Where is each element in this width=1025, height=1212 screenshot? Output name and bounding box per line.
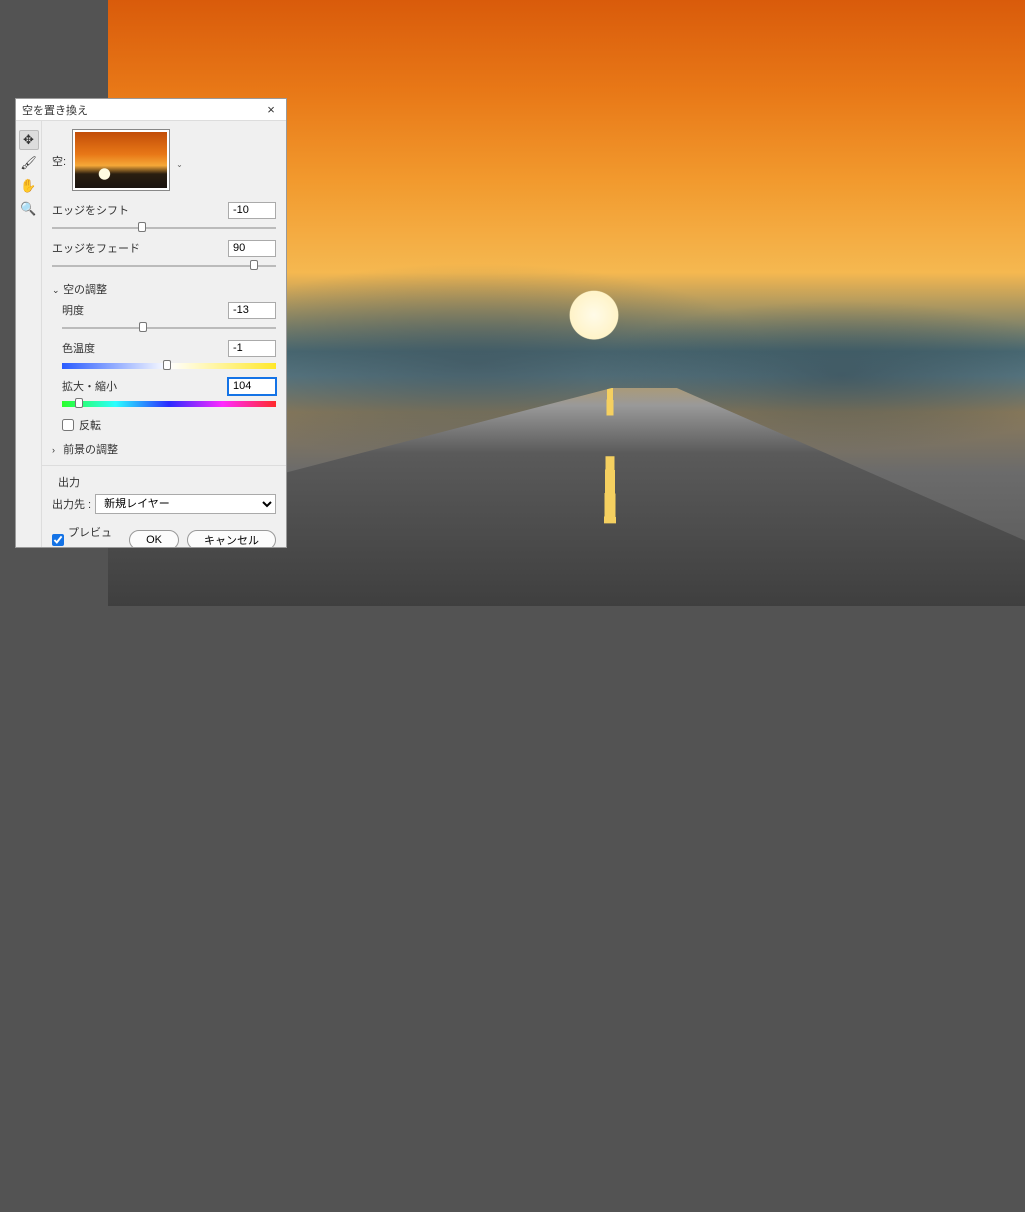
chevron-down-icon: ⌄ (52, 285, 60, 296)
tool-column: ✥ 🖌 ✋ 🔍 (16, 121, 42, 547)
foreground-adjust-header[interactable]: › 前景の調整 (52, 441, 276, 457)
sky-replace-dialog: 空を置き換え × ✥ 🖌 ✋ 🔍 空: ⌄ エッジをシフト (15, 98, 287, 548)
sky-label: 空: (52, 153, 66, 191)
edge-fade-label: エッジをフェード (52, 240, 140, 256)
separator (42, 465, 286, 466)
dialog-title: 空を置き換え (22, 102, 88, 118)
edge-fade-input[interactable] (228, 240, 276, 257)
edge-shift-label: エッジをシフト (52, 202, 129, 218)
close-icon[interactable]: × (262, 102, 280, 117)
edge-shift-input[interactable] (228, 202, 276, 219)
sky-preset-image (75, 132, 167, 188)
hand-tool-icon[interactable]: ✋ (19, 176, 39, 196)
sky-preset-thumb[interactable] (72, 129, 170, 191)
brush-tool-icon[interactable]: 🖌 (19, 153, 39, 173)
output-to-label: 出力先 : (52, 496, 91, 512)
edge-fade-slider[interactable] (52, 259, 276, 273)
preview-checkbox-row[interactable]: プレビュー (52, 524, 121, 547)
sky-adjust-header[interactable]: ⌄ 空の調整 (52, 281, 276, 297)
brightness-label: 明度 (62, 302, 84, 318)
cancel-button[interactable]: キャンセル (187, 530, 276, 547)
edge-shift-slider[interactable] (52, 221, 276, 235)
preview-checkbox[interactable] (52, 534, 64, 546)
move-tool-icon[interactable]: ✥ (19, 130, 39, 150)
zoom-tool-icon[interactable]: 🔍 (19, 199, 39, 219)
temperature-label: 色温度 (62, 340, 95, 356)
sky-preset-chevron-icon[interactable]: ⌄ (176, 160, 183, 191)
brightness-slider[interactable] (62, 321, 276, 335)
temperature-slider[interactable] (62, 359, 276, 373)
output-select[interactable]: 新規レイヤー (95, 494, 276, 514)
output-section-label: 出力 (52, 474, 276, 490)
chevron-right-icon: › (52, 445, 60, 455)
preview-label: プレビュー (68, 524, 121, 547)
brightness-input[interactable] (228, 302, 276, 319)
scale-label: 拡大・縮小 (62, 378, 117, 394)
flip-label: 反転 (79, 417, 101, 433)
temperature-input[interactable] (228, 340, 276, 357)
ok-button[interactable]: OK (129, 530, 179, 547)
scale-input[interactable] (228, 378, 276, 395)
scale-slider[interactable] (62, 397, 276, 411)
dialog-titlebar[interactable]: 空を置き換え × (16, 99, 286, 121)
flip-checkbox[interactable] (62, 419, 74, 431)
flip-checkbox-row[interactable]: 反転 (62, 417, 276, 433)
